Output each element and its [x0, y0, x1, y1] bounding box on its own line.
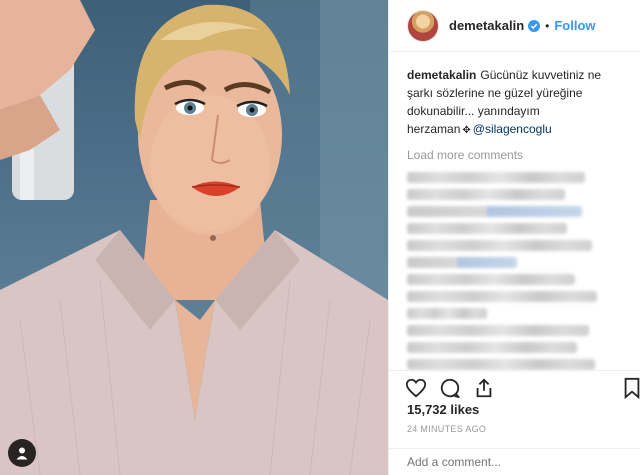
bookmark-icon [624, 377, 640, 400]
like-button[interactable] [405, 377, 427, 404]
blurred-comment-line [407, 223, 567, 234]
user-tag-icon [16, 447, 28, 460]
post-header: demetakalin • Follow [389, 0, 640, 52]
user-tag-button[interactable] [8, 439, 36, 467]
post-photo[interactable] [0, 0, 388, 475]
action-bar [389, 370, 640, 404]
verified-badge-icon [528, 19, 541, 32]
blurred-comment-line [407, 325, 589, 336]
caption-author[interactable]: demetakalin [407, 68, 476, 82]
blurred-comment-line [407, 342, 577, 353]
comment-button[interactable] [439, 377, 461, 404]
share-button[interactable] [473, 377, 495, 404]
blurred-comments [407, 172, 624, 370]
share-icon [476, 378, 492, 398]
blurred-comment-line [407, 274, 575, 285]
blurred-comment-line [407, 291, 597, 302]
avatar[interactable] [407, 9, 439, 42]
add-comment-input[interactable] [389, 448, 640, 475]
caption-mention[interactable]: @silagencoglu [473, 122, 552, 136]
blurred-comment-line [407, 206, 582, 217]
follow-button[interactable]: Follow [554, 18, 595, 33]
username-link[interactable]: demetakalin [449, 18, 524, 33]
comments-section: demetakalin Gücünüz kuvvetiniz ne şarkı s… [389, 52, 640, 370]
sparkle-emoji: ✥ [462, 125, 471, 136]
post-side-panel: demetakalin • Follow demetakalin Gücünüz … [388, 0, 640, 475]
save-button[interactable] [623, 377, 640, 404]
blurred-comment-line [407, 189, 565, 200]
likes-count[interactable]: 15,732 likes [407, 402, 479, 417]
caption: demetakalin Gücünüz kuvvetiniz ne şarkı s… [407, 66, 624, 140]
blurred-comment-line [407, 240, 592, 251]
photo-illustration [0, 0, 388, 475]
comment-icon [440, 378, 460, 399]
blurred-comment-line [407, 172, 585, 183]
blurred-comment-line [407, 257, 517, 268]
heart-icon [405, 378, 427, 398]
blurred-comment-line [407, 308, 487, 319]
separator-dot: • [545, 18, 550, 33]
load-more-comments-button[interactable]: Load more comments [407, 146, 624, 164]
post-timestamp[interactable]: 24 MINUTES AGO [407, 424, 486, 434]
blurred-comment-line [407, 359, 595, 370]
